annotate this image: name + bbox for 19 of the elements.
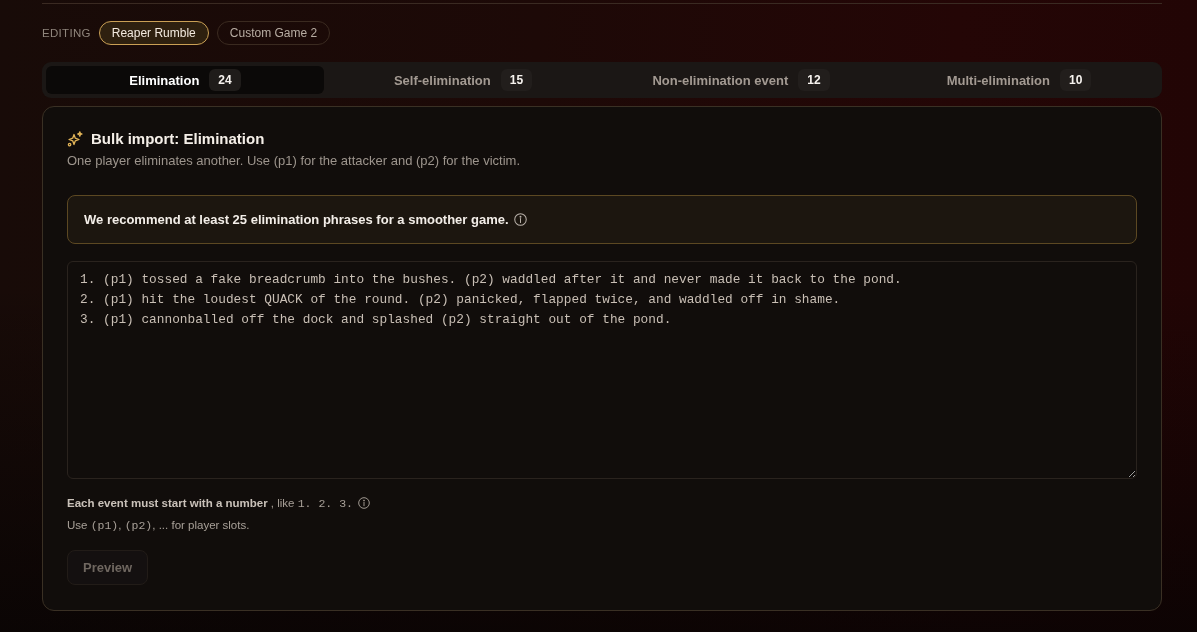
panel-title: Bulk import: Elimination: [91, 129, 265, 149]
hint-text: Each event must start with a number , like 1. 2. 3.: [67, 497, 353, 509]
category-tab[interactable]: Elimination 24: [46, 66, 324, 94]
category-tab[interactable]: Self-elimination 15: [324, 66, 602, 94]
editing-label: EDITING: [42, 27, 91, 39]
info-icon[interactable]: [357, 497, 370, 509]
category-tab[interactable]: Non-elimination event 12: [602, 66, 880, 94]
events-text-area[interactable]: 1. (p1) tossed a fake breadcrumb into the bushes. (p2) waddled after it and never made it back to the pond. 2. (p1) hit the loudest QUACK of the round. (p2) panicked, flapped twice, and waddled off in shame. 3. (p1) cannonballed off the dock and splashed (p2) straight out of the pond.: [67, 261, 1137, 479]
hint-text: Use (p1), (p2), ... for player slots.: [67, 519, 250, 531]
tab-count: 10: [1059, 69, 1092, 91]
tab-count: 24: [209, 69, 241, 91]
tab-count: 15: [500, 69, 533, 91]
game-chip[interactable]: Reaper Rumble: [98, 21, 209, 45]
tab-count: 12: [798, 69, 830, 91]
sparkle-icon: [67, 131, 83, 147]
panel-description: One player eliminates another. Use (p1) for the attacker and (p2) for the victim.: [67, 152, 522, 170]
info-icon[interactable]: [513, 213, 527, 226]
notice-text: We recommend at least 25 elimination phrases for a smoother game.: [84, 212, 509, 227]
category-tab[interactable]: Multi-elimination 10: [880, 66, 1158, 94]
